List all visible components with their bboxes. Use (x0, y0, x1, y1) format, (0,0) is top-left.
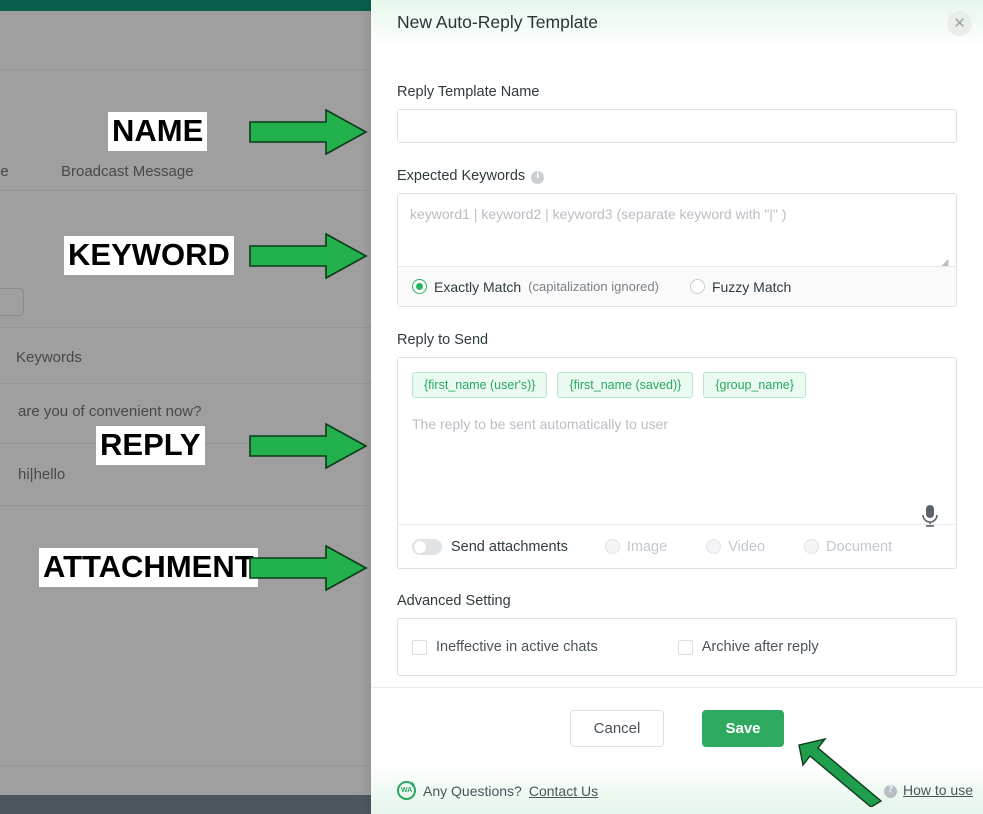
match-mode-group: Exactly Match (capitalization ignored) F… (398, 266, 956, 306)
annotation-arrow-attachment (248, 544, 370, 592)
help-left-group: WA + Any Questions? Contact Us (397, 781, 598, 800)
attachment-option-video[interactable]: Video (706, 539, 765, 555)
advanced-label: Advanced Setting (397, 593, 957, 609)
archive-label: Archive after reply (702, 639, 819, 655)
cursor-arrow-save (795, 727, 885, 807)
radio-video[interactable] (706, 539, 721, 554)
annotation-arrow-name (248, 108, 370, 156)
annotation-label-name: NAME (108, 112, 207, 151)
exactly-match-sublabel: (capitalization ignored) (528, 279, 659, 294)
name-section: Reply Template Name (371, 84, 983, 143)
annotation-label-reply: REPLY (96, 426, 205, 465)
info-icon[interactable]: i (531, 171, 544, 184)
annotation-arrow-reply (248, 422, 370, 470)
keywords-label: Expected Keywords i (397, 168, 957, 184)
help-right-group: ? How to use (884, 782, 973, 798)
reply-template-name-input[interactable] (397, 109, 957, 143)
dialog-scroll-area: Reply Template Name Expected Keywords i … (371, 47, 983, 687)
image-label: Image (627, 539, 667, 555)
dialog-footer: Cancel Save (371, 687, 983, 768)
checkbox-ineffective-active-chats[interactable]: Ineffective in active chats (412, 639, 598, 655)
save-button[interactable]: Save (702, 710, 784, 747)
reply-section: Reply to Send {first_name (user's)} {fir… (371, 332, 983, 569)
annotation-label-keyword: KEYWORD (64, 236, 234, 275)
checkbox-icon[interactable] (412, 640, 427, 655)
dialog-help-bar: WA + Any Questions? Contact Us ? How to … (371, 767, 983, 814)
keywords-label-text: Expected Keywords (397, 168, 525, 184)
document-label: Document (826, 539, 892, 555)
new-auto-reply-template-dialog: New Auto-Reply Template ✕ Reply Template… (371, 0, 983, 814)
chip-first-name-saved[interactable]: {first_name (saved)} (557, 372, 693, 398)
reply-label: Reply to Send (397, 332, 957, 348)
cancel-button[interactable]: Cancel (570, 710, 664, 747)
advanced-section: Advanced Setting Ineffective in active c… (371, 593, 983, 676)
contact-us-link[interactable]: Contact Us (529, 783, 598, 799)
help-circle-icon[interactable]: ? (884, 785, 897, 798)
advanced-box: Ineffective in active chats Archive afte… (397, 618, 957, 676)
video-label: Video (728, 539, 765, 555)
dialog-header: New Auto-Reply Template ✕ (371, 0, 983, 47)
dialog-title: New Auto-Reply Template (397, 12, 598, 33)
send-attachments-toggle[interactable] (412, 539, 442, 555)
radio-image[interactable] (605, 539, 620, 554)
variable-chips: {first_name (user's)} {first_name (saved… (398, 358, 956, 398)
wa-logo-icon: WA + (397, 781, 416, 800)
expected-keywords-input[interactable] (398, 194, 956, 266)
attachment-option-document[interactable]: Document (804, 539, 892, 555)
radio-fuzzy-match[interactable] (690, 279, 705, 294)
checkbox-icon[interactable] (678, 640, 693, 655)
reply-to-send-input[interactable] (398, 408, 956, 508)
attachments-row: Send attachments Image Video Document (398, 524, 956, 568)
how-to-use-link[interactable]: How to use (903, 782, 973, 798)
close-icon[interactable]: ✕ (947, 11, 972, 36)
ineffective-label: Ineffective in active chats (436, 639, 598, 655)
radio-exactly-match[interactable] (412, 279, 427, 294)
exactly-match-label: Exactly Match (434, 279, 521, 295)
annotation-arrow-keyword (248, 232, 370, 280)
any-questions-text: Any Questions? (423, 783, 522, 799)
name-label: Reply Template Name (397, 84, 957, 100)
keywords-box: ◢ Exactly Match (capitalization ignored)… (397, 193, 957, 307)
app-bottom-bar (0, 795, 371, 814)
attachment-option-image[interactable]: Image (605, 539, 667, 555)
radio-document[interactable] (804, 539, 819, 554)
chip-first-name-user[interactable]: {first_name (user's)} (412, 372, 547, 398)
send-attachments-label: Send attachments (451, 539, 568, 555)
reply-box: {first_name (user's)} {first_name (saved… (397, 357, 957, 569)
annotation-label-attachment: ATTACHMENT (39, 548, 258, 587)
wa-logo-plus: + (410, 780, 415, 789)
chip-group-name[interactable]: {group_name} (703, 372, 806, 398)
app-top-bar (0, 0, 371, 11)
checkbox-archive-after-reply[interactable]: Archive after reply (678, 639, 819, 655)
keywords-section: Expected Keywords i ◢ Exactly Match (cap… (371, 168, 983, 307)
fuzzy-match-label: Fuzzy Match (712, 279, 791, 295)
